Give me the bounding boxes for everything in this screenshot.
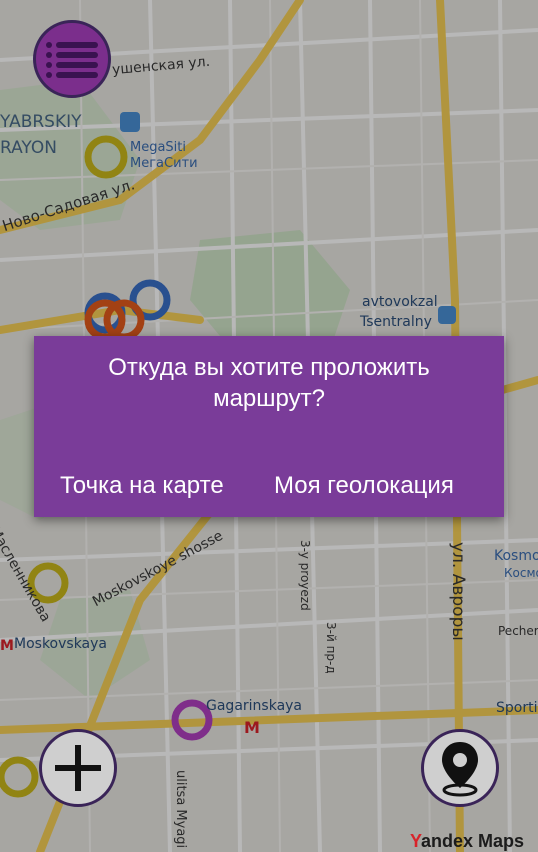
my-location-button[interactable]: Моя геолокация xyxy=(274,472,454,500)
point-on-map-button[interactable]: Точка на карте xyxy=(60,472,224,500)
list-menu-icon xyxy=(37,24,107,94)
attribution-y: Y xyxy=(410,831,422,851)
dialog-message: Откуда вы хотите проложить маршрут? xyxy=(108,354,430,412)
yandex-maps-attribution[interactable]: Yandex Maps xyxy=(410,831,524,852)
menu-button[interactable] xyxy=(33,20,111,98)
attribution-rest: andex Maps xyxy=(421,831,525,851)
location-pin-icon xyxy=(442,742,478,797)
geolocation-button[interactable] xyxy=(421,729,499,807)
add-route-button[interactable] xyxy=(39,729,117,807)
route-source-dialog: Откуда вы хотите проложить маршрут? Точк… xyxy=(34,336,504,517)
plus-icon xyxy=(55,745,101,791)
